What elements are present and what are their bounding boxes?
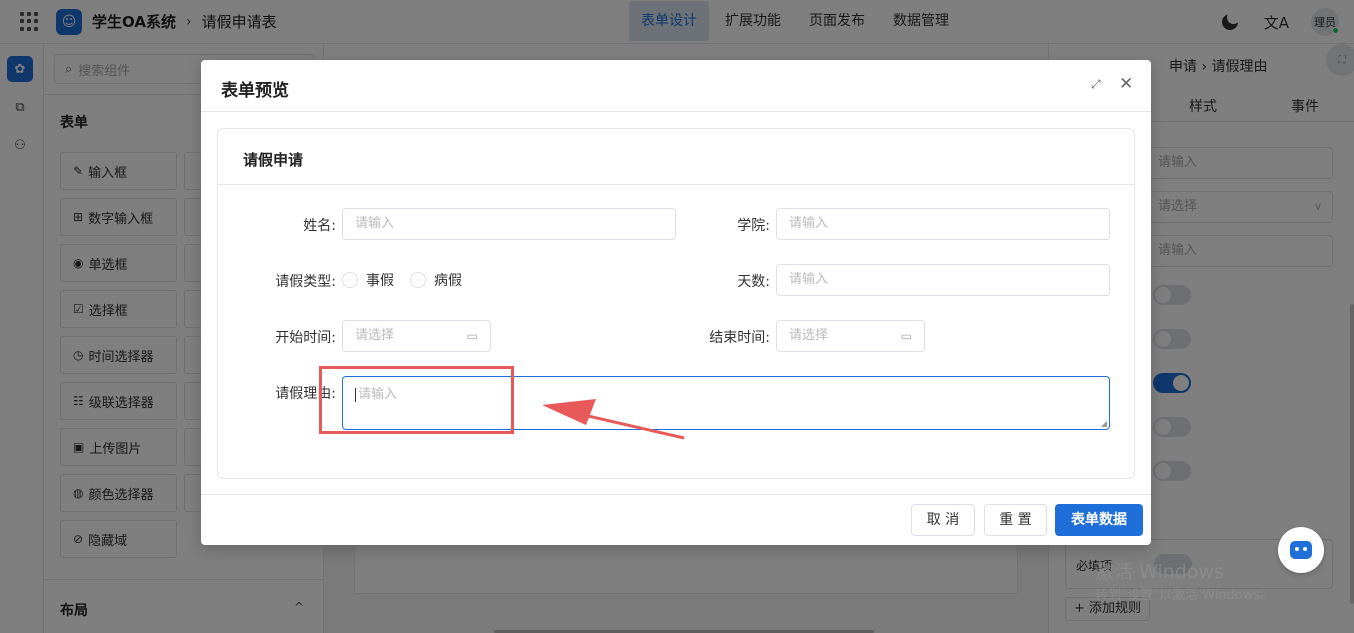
arrow-head [542,399,596,425]
arrow-shaft [574,411,685,440]
annotation-arrow [542,399,685,440]
